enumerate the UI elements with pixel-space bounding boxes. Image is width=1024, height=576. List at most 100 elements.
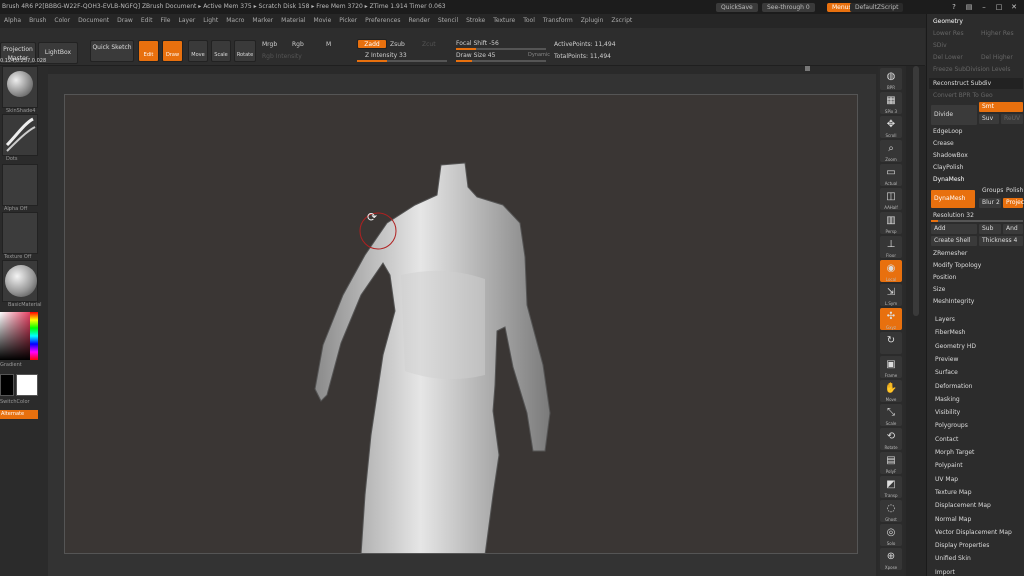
create-shell-button[interactable]: Create Shell: [931, 236, 977, 246]
right-tool-button[interactable]: ✣ Gxyz: [880, 308, 902, 330]
claypolish-section[interactable]: ClayPolish: [929, 162, 1023, 173]
menu-item[interactable]: Movie: [314, 17, 332, 24]
menu-item[interactable]: Brush: [29, 17, 46, 24]
quick-sketch-button[interactable]: Quick Sketch: [90, 40, 134, 62]
menu-item[interactable]: Light: [203, 17, 218, 24]
tray-subpalette[interactable]: FiberMesh: [935, 329, 965, 336]
blur-slider[interactable]: Blur 2: [979, 198, 1001, 208]
help-icon[interactable]: ?: [950, 3, 958, 11]
dynamesh-header[interactable]: DynaMesh: [929, 174, 1023, 185]
zremesher-section[interactable]: ZRemesher: [929, 248, 1023, 259]
dynamesh-button[interactable]: DynaMesh: [931, 190, 975, 208]
edgeloop-section[interactable]: EdgeLoop: [929, 126, 1023, 137]
right-tool-button[interactable]: ▣ Frame: [880, 356, 902, 378]
menu-item[interactable]: Material: [281, 17, 305, 24]
divide-button[interactable]: Divide: [931, 105, 977, 125]
maximize-icon[interactable]: □: [995, 3, 1003, 11]
draw-size-slider[interactable]: Draw Size 45: [456, 52, 495, 59]
meshintegrity-section[interactable]: MeshIntegrity: [929, 296, 1023, 307]
zadd-button[interactable]: Zadd: [357, 39, 387, 49]
tray-subpalette[interactable]: Layers: [935, 316, 955, 323]
higher-res-button[interactable]: Higher Res: [977, 28, 1023, 39]
scroll-thumb[interactable]: [913, 66, 919, 316]
tray-subpalette[interactable]: Texture Map: [935, 489, 972, 496]
figure-model[interactable]: ⟳: [65, 95, 858, 554]
size-section[interactable]: Size: [929, 284, 1023, 295]
dynamesh-and-button[interactable]: And: [1003, 224, 1023, 234]
minimize-icon[interactable]: –: [980, 3, 988, 11]
tray-subpalette[interactable]: Vector Displacement Map: [935, 529, 1012, 536]
crease-section[interactable]: Crease: [929, 138, 1023, 149]
material-thumbnail[interactable]: [2, 260, 38, 302]
lower-res-button[interactable]: Lower Res: [929, 28, 975, 39]
zsub-button[interactable]: Zsub: [390, 41, 405, 48]
see-through-slider[interactable]: See-through 0: [762, 3, 815, 12]
right-tool-button[interactable]: ◍ BPR: [880, 68, 902, 90]
right-tool-button[interactable]: ◌ Ghost: [880, 500, 902, 522]
rotate-button[interactable]: Rotate: [234, 40, 256, 62]
sdiv-slider[interactable]: SDiv: [929, 40, 969, 51]
tray-subpalette[interactable]: Deformation: [935, 383, 972, 390]
project-toggle[interactable]: Project: [1003, 198, 1024, 208]
viewport-resize-handle[interactable]: [805, 66, 810, 71]
menu-item[interactable]: Color: [54, 17, 70, 24]
z-intensity-track[interactable]: [357, 60, 447, 62]
menu-item[interactable]: Tool: [523, 17, 535, 24]
tray-subpalette[interactable]: Polygroups: [935, 422, 968, 429]
layout-icon[interactable]: ▤: [965, 3, 973, 11]
dynamesh-add-button[interactable]: Add: [931, 224, 977, 234]
right-tool-button[interactable]: ◎ Solo: [880, 524, 902, 546]
stroke-thumbnail[interactable]: [2, 114, 38, 156]
menu-item[interactable]: Zplugin: [581, 17, 604, 24]
right-tool-button[interactable]: ✋ Move: [880, 380, 902, 402]
move-button[interactable]: Move: [188, 40, 208, 62]
tray-subpalette[interactable]: Morph Target: [935, 449, 974, 456]
tray-subpalette[interactable]: Unified Skin: [935, 555, 971, 562]
draw-button[interactable]: Draw: [162, 40, 183, 62]
polish-toggle[interactable]: Polish: [1003, 186, 1023, 196]
menu-item[interactable]: Zscript: [611, 17, 632, 24]
focal-shift-track[interactable]: [456, 48, 546, 50]
right-tool-button[interactable]: ↻: [880, 332, 902, 354]
tray-subpalette[interactable]: Import: [935, 569, 955, 576]
tray-subpalette[interactable]: Surface: [935, 369, 958, 376]
menu-item[interactable]: Texture: [493, 17, 515, 24]
menu-item[interactable]: Layer: [179, 17, 196, 24]
tray-subpalette[interactable]: Displacement Map: [935, 502, 991, 509]
right-tool-button[interactable]: ◉ Local: [880, 260, 902, 282]
tray-subpalette[interactable]: UV Map: [935, 476, 958, 483]
edit-button[interactable]: Edit: [138, 40, 159, 62]
convert-bpr-button[interactable]: Convert BPR To Geo: [929, 90, 1023, 101]
right-tool-button[interactable]: ▭ Actual: [880, 164, 902, 186]
texture-thumbnail[interactable]: [2, 212, 38, 254]
right-tool-button[interactable]: ✥ Scroll: [880, 116, 902, 138]
right-tool-button[interactable]: ⇲ L.Sym: [880, 284, 902, 306]
reuv-button[interactable]: ReUV: [1001, 114, 1023, 124]
tray-subpalette[interactable]: Normal Map: [935, 516, 971, 523]
right-tool-button[interactable]: ▦ SPix 3: [880, 92, 902, 114]
right-tool-button[interactable]: ▤ PolyF: [880, 452, 902, 474]
default-zscript-button[interactable]: DefaultZScript: [850, 3, 904, 12]
mrgb-button[interactable]: Mrgb: [262, 41, 277, 48]
menu-item[interactable]: Marker: [252, 17, 273, 24]
tray-subpalette[interactable]: Visibility: [935, 409, 960, 416]
right-tool-button[interactable]: ⌕ Zoom: [880, 140, 902, 162]
position-section[interactable]: Position: [929, 272, 1023, 283]
menu-item[interactable]: Alpha: [4, 17, 21, 24]
draw-size-track[interactable]: [456, 60, 546, 62]
focal-shift-slider[interactable]: Focal Shift -56: [456, 40, 499, 47]
z-intensity-slider[interactable]: Z Intensity 33: [365, 52, 407, 59]
geometry-header[interactable]: Geometry: [929, 16, 1023, 27]
dynamic-toggle[interactable]: Dynamic: [528, 52, 550, 58]
suv-toggle[interactable]: Suv: [979, 114, 999, 124]
brush-thumbnail[interactable]: [2, 66, 38, 108]
menu-item[interactable]: Preferences: [365, 17, 400, 24]
resolution-track[interactable]: [931, 220, 1023, 222]
del-higher-button[interactable]: Del Higher: [977, 52, 1023, 63]
main-color-swatch[interactable]: [0, 374, 14, 396]
right-tool-button[interactable]: ⊥ Floor: [880, 236, 902, 258]
document-canvas[interactable]: ⟳: [64, 94, 858, 554]
menu-item[interactable]: Stencil: [438, 17, 458, 24]
menu-item[interactable]: Edit: [141, 17, 153, 24]
close-icon[interactable]: ✕: [1010, 3, 1018, 11]
